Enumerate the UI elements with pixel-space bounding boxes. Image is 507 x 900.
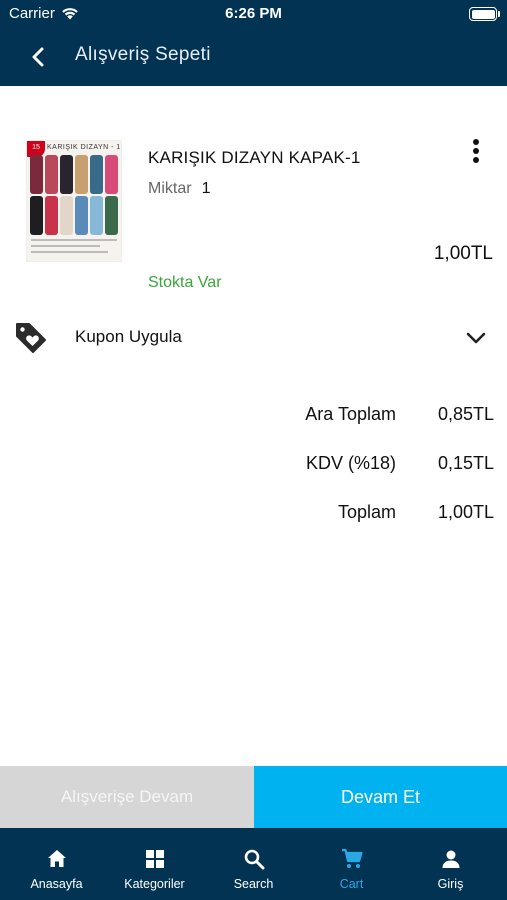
tab-home-label: Anasayfa <box>30 877 83 891</box>
item-price: 1,00TL <box>433 243 493 264</box>
navigation-bar: Alışveriş Sepeti <box>0 28 507 86</box>
subtotal-label: Ara Toplam <box>305 404 396 424</box>
coupon-row[interactable]: Kupon Uygula <box>0 310 507 366</box>
thumbnail-text-lines <box>31 239 117 257</box>
tax-row: KDV (%18) 0,15TL <box>0 453 507 483</box>
tab-bar: Anasayfa Kategoriler Search Cart Giriş <box>0 828 507 900</box>
search-icon <box>244 849 265 870</box>
product-thumbnail[interactable]: 15 KARIŞIK DIZAYN - 1 <box>26 140 122 262</box>
tab-login-label: Giriş <box>437 877 464 891</box>
tab-categories-label: Kategoriler <box>124 877 185 891</box>
more-options-button[interactable] <box>466 137 486 165</box>
quantity-label: Miktar <box>148 180 192 197</box>
cart-actions: Alışverişe Devam Devam Et <box>0 766 507 828</box>
tab-categories[interactable]: Kategoriler <box>104 828 205 900</box>
total-label: Toplam <box>337 502 396 522</box>
home-icon <box>48 850 66 867</box>
continue-shopping-button[interactable]: Alışverişe Devam <box>0 766 254 828</box>
page-title: Alışveriş Sepeti <box>75 44 211 65</box>
status-bar: Carrier 6:26 PM <box>0 0 507 28</box>
proceed-button[interactable]: Devam Et <box>254 766 507 828</box>
phone-case-collage <box>30 155 118 235</box>
total-value: 1,00TL <box>437 502 494 522</box>
tab-search-label: Search <box>233 877 274 891</box>
product-name[interactable]: KARIŞIK DIZAYN KAPAK-1 <box>148 148 361 168</box>
tag-heart-icon <box>16 323 46 353</box>
chevron-left-icon <box>32 47 44 67</box>
tax-value: 0,15TL <box>437 453 494 473</box>
cart-item: 15 KARIŞIK DIZAYN - 1 KARIŞIK DIZAYN KAP… <box>0 86 507 306</box>
battery-icon <box>469 7 500 21</box>
subtotal-row: Ara Toplam 0,85TL <box>0 404 507 434</box>
tab-login[interactable]: Giriş <box>400 828 501 900</box>
tab-home[interactable]: Anasayfa <box>6 828 107 900</box>
thumbnail-caption: KARIŞIK DIZAYN - 1 <box>47 144 121 151</box>
tab-cart[interactable]: Cart <box>301 828 402 900</box>
chevron-down-icon[interactable] <box>464 328 488 348</box>
tax-label: KDV (%18) <box>305 453 396 473</box>
stock-status: Stokta Var <box>148 274 222 291</box>
user-icon <box>442 850 460 868</box>
tab-cart-label: Cart <box>339 877 364 891</box>
quantity-value: 1 <box>201 180 211 197</box>
coupon-label: Kupon Uygula <box>75 327 182 346</box>
tab-search[interactable]: Search <box>203 828 304 900</box>
grid-icon <box>146 850 164 868</box>
quantity-row: Miktar 1 <box>148 180 210 198</box>
back-button[interactable] <box>22 41 54 73</box>
cart-icon <box>342 848 363 868</box>
status-time: 6:26 PM <box>225 5 282 22</box>
total-row: Toplam 1,00TL <box>0 502 507 532</box>
top-bar: Carrier 6:26 PM Alışveriş Sepeti <box>0 0 507 86</box>
subtotal-value: 0,85TL <box>437 404 494 424</box>
